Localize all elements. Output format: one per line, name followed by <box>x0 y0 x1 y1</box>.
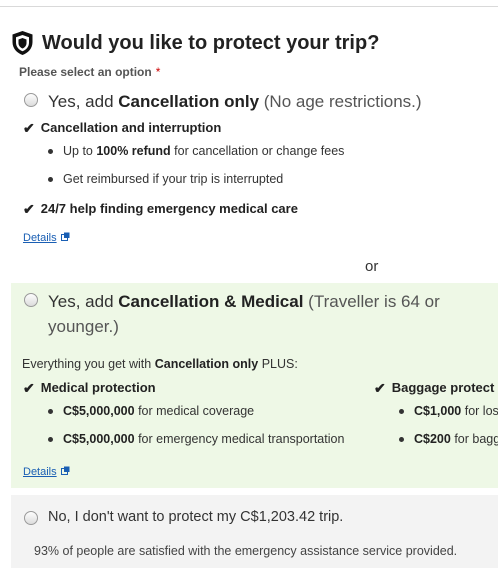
plus-intro: Everything you get with Cancellation onl… <box>22 357 298 371</box>
list-item: Get reimbursed if your trip is interrupt… <box>48 172 283 186</box>
bullet-text: Get reimbursed if your trip is interrupt… <box>63 172 284 186</box>
bullet-bold: 100% refund <box>96 144 171 158</box>
option-cancellation-only[interactable]: Yes, add Cancellation only (No age restr… <box>24 89 422 114</box>
details-text[interactable]: Details <box>23 232 57 244</box>
feature-cancellation-interruption: ✔ Cancellation and interruption <box>23 120 221 135</box>
list-item: C$200 for bagg <box>399 432 498 446</box>
details-text[interactable]: Details <box>23 466 57 478</box>
satisfaction-note: 93% of people are satisfied with the eme… <box>34 544 458 558</box>
feature-text: Medical protection <box>40 380 156 395</box>
details-link-medical[interactable]: Details <box>23 466 70 478</box>
bullet-text: for emergency medical transportation <box>134 432 345 446</box>
list-item: C$5,000,000 for medical coverage <box>48 404 254 418</box>
option-cancellation-medical-panel: Yes, add Cancellation & Medical (Travell… <box>11 283 498 488</box>
no-protection-radio[interactable] <box>24 511 38 525</box>
cancellation-name: Cancellation only <box>118 92 260 111</box>
feature-text: 24/7 help finding emergency medical care <box>40 201 298 216</box>
bullet-text: for medical coverage <box>134 404 255 418</box>
bullet-text: for cancellation or change fees <box>170 144 345 158</box>
bullet-icon <box>399 436 404 442</box>
plus-text: Everything you get with <box>22 357 155 371</box>
option-no-protection[interactable]: No, I don't want to protect my C$1,203.4… <box>24 509 343 525</box>
checkmark-icon: ✔ <box>23 200 35 217</box>
bullet-icon <box>48 148 53 154</box>
bullet-icon <box>48 176 53 182</box>
page-title: Would you like to protect your trip? <box>42 31 380 54</box>
feature-baggage-protection: ✔ Baggage protect <box>374 380 494 395</box>
bullet-bold: C$200 <box>414 432 451 446</box>
shield-icon <box>11 30 34 56</box>
bullet-bold: C$5,000,000 <box>63 432 135 446</box>
medical-prefix: Yes, add <box>48 292 119 311</box>
bullet-icon <box>48 408 53 414</box>
feature-text: Baggage protect <box>391 380 495 395</box>
feature-medical-protection: ✔ Medical protection <box>23 380 156 395</box>
cancellation-medical-label[interactable]: Yes, add Cancellation & Medical (Travell… <box>48 289 464 339</box>
details-link-cancellation[interactable]: Details <box>23 232 70 244</box>
bullet-icon <box>399 408 404 414</box>
plus-bold: Cancellation only <box>154 357 259 371</box>
cancellation-only-label[interactable]: Yes, add Cancellation only (No age restr… <box>48 89 422 114</box>
feature-medical-help: ✔ 24/7 help finding emergency medical ca… <box>23 201 298 216</box>
cancellation-medical-radio[interactable] <box>24 293 38 307</box>
external-link-icon <box>60 466 70 478</box>
cancellation-prefix: Yes, add <box>48 92 119 111</box>
cancellation-suffix: (No age restrictions.) <box>259 92 422 111</box>
option-no-protection-panel: No, I don't want to protect my C$1,203.4… <box>11 495 498 568</box>
list-item: Up to 100% refund for cancellation or ch… <box>48 144 344 158</box>
checkmark-icon: ✔ <box>374 379 386 396</box>
feature-text: Cancellation and interruption <box>40 120 222 135</box>
checkmark-icon: ✔ <box>23 379 35 396</box>
select-prompt: Please select an option * <box>19 65 160 79</box>
option-cancellation-medical[interactable]: Yes, add Cancellation & Medical (Travell… <box>24 289 464 339</box>
external-link-icon <box>60 232 70 244</box>
bullet-bold: C$1,000 <box>414 404 462 418</box>
list-item: C$1,000 for los <box>399 404 498 418</box>
required-asterisk: * <box>155 65 161 79</box>
no-protection-label[interactable]: No, I don't want to protect my C$1,203.4… <box>48 509 343 525</box>
header: Would you like to protect your trip? <box>11 30 379 56</box>
medical-name: Cancellation & Medical <box>118 292 304 311</box>
bullet-bold: C$5,000,000 <box>63 404 135 418</box>
bullet-text: for bagg <box>450 432 498 446</box>
bullet-text: Up to <box>63 144 97 158</box>
or-separator: or <box>365 258 379 275</box>
top-divider <box>0 6 498 7</box>
checkmark-icon: ✔ <box>23 119 35 136</box>
cancellation-only-radio[interactable] <box>24 93 38 107</box>
plus-text: PLUS: <box>258 357 298 371</box>
prompt-text: Please select an option <box>19 65 152 79</box>
list-item: C$5,000,000 for emergency medical transp… <box>48 432 344 446</box>
bullet-text: for los <box>461 404 498 418</box>
bullet-icon <box>48 436 53 442</box>
